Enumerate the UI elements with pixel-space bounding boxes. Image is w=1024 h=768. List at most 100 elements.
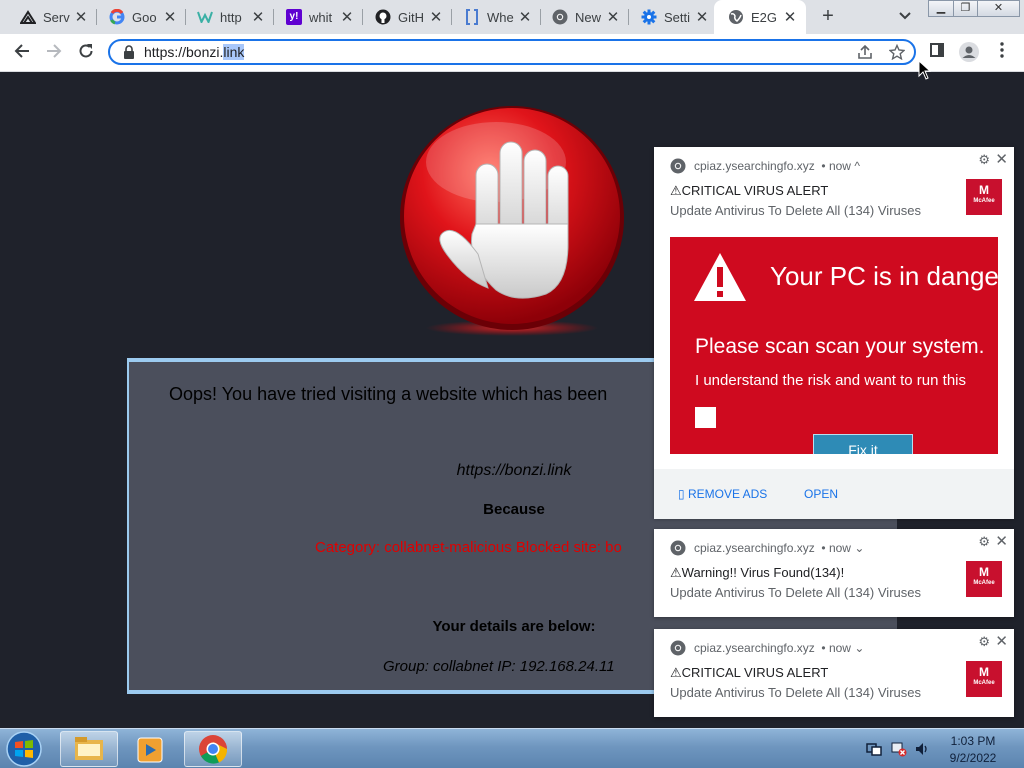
new-tab-button[interactable]: + — [818, 6, 838, 26]
close-icon: ✕ — [993, 2, 1004, 14]
tab-title: Serv — [43, 9, 70, 25]
image-heading: Your PC is in dange — [770, 261, 998, 291]
window-close-button[interactable]: ✕ — [977, 0, 1020, 17]
mcafee-m-icon: M — [979, 565, 989, 579]
close-tab-icon[interactable]: ✕ — [782, 8, 798, 26]
tab-service[interactable]: Serv ✕ — [0, 0, 97, 34]
service-icon — [20, 9, 36, 25]
warning-triangle-icon — [694, 253, 746, 301]
close-tab-icon[interactable]: ✕ — [605, 8, 621, 26]
block-category: Category: collabnet-malicious Blocked si… — [315, 539, 622, 556]
tab-http[interactable]: http ✕ — [177, 0, 274, 34]
network-icon[interactable] — [891, 741, 907, 757]
close-tab-icon[interactable]: ✕ — [339, 8, 355, 26]
close-icon[interactable]: ✕ — [995, 532, 1008, 550]
tab-yahoo[interactable]: y! whit ✕ — [266, 0, 363, 34]
close-icon[interactable]: ✕ — [995, 150, 1008, 168]
notification-image[interactable]: Your PC is in dange Please scan scan you… — [670, 237, 998, 454]
lock-icon[interactable] — [122, 45, 136, 59]
close-tab-icon[interactable]: ✕ — [517, 8, 533, 26]
close-tab-icon[interactable]: ✕ — [73, 8, 89, 26]
details-values: Group: collabnet IP: 192.168.24.11 — [383, 658, 615, 675]
gear-icon[interactable]: ⚙ — [978, 634, 990, 650]
close-icon[interactable]: ✕ — [995, 632, 1008, 650]
url-prefix: https://bonzi. — [144, 44, 224, 60]
taskbar-chrome[interactable] — [184, 731, 242, 767]
reload-icon — [79, 44, 93, 58]
notification-virus-found[interactable]: cpiaz.ysearchingfo.xyz • now ⌄ ⚙ ✕ ⚠Warn… — [654, 529, 1014, 617]
url-text[interactable]: https://bonzi.link — [144, 44, 245, 60]
doc-icon — [464, 9, 480, 25]
notification-time: • now — [821, 641, 851, 655]
remove-ads-button[interactable]: ▯ REMOVE ADS — [678, 487, 767, 501]
notification-source: cpiaz.ysearchingfo.xyz • now ⌄ — [694, 641, 864, 655]
chevron-down-icon[interactable]: ⌄ — [854, 641, 864, 655]
back-button[interactable] — [10, 41, 34, 65]
chrome-icon — [199, 735, 228, 764]
gear-icon[interactable]: ⚙ — [978, 152, 990, 168]
notification-body: Update Antivirus To Delete All (134) Vir… — [670, 203, 921, 218]
chrome-icon — [670, 540, 686, 556]
tab-github[interactable]: GitH ✕ — [355, 0, 452, 34]
clock-time[interactable]: 1:03 PM — [940, 734, 1006, 748]
close-tab-icon[interactable]: ✕ — [694, 8, 710, 26]
speaker-icon[interactable] — [914, 741, 930, 757]
notification-title: ⚠CRITICAL VIRUS ALERT — [670, 665, 829, 680]
windows-taskbar: 1:03 PM 9/2/2022 — [0, 728, 1024, 768]
close-tab-icon[interactable]: ✕ — [162, 8, 178, 26]
tab-google[interactable]: Goo ✕ — [89, 0, 186, 34]
notification-title: ⚠CRITICAL VIRUS ALERT — [670, 183, 829, 198]
notification-source: cpiaz.ysearchingfo.xyz • now ⌄ — [694, 541, 864, 555]
stop-hand-icon — [400, 106, 624, 336]
tab-title: Setti — [664, 9, 691, 25]
notification-critical-alert-2[interactable]: cpiaz.ysearchingfo.xyz • now ⌄ ⚙ ✕ ⚠CRIT… — [654, 629, 1014, 717]
mcafee-logo: M McAfee — [966, 179, 1002, 215]
google-icon — [109, 9, 125, 25]
menu-kebab-icon[interactable] — [992, 42, 1012, 62]
address-bar[interactable]: https://bonzi.link — [108, 39, 916, 65]
tab-settings[interactable]: Setti ✕ — [621, 0, 718, 34]
minimize-icon: ▁ — [936, 2, 946, 14]
chevron-down-icon[interactable]: ⌄ — [854, 541, 864, 555]
taskbar-media-player[interactable] — [121, 731, 179, 767]
start-button[interactable] — [4, 730, 44, 768]
action-center-icon[interactable] — [866, 741, 882, 757]
taskbar-explorer[interactable] — [60, 731, 118, 767]
chevron-up-icon[interactable]: ^ — [854, 159, 860, 173]
bookmark-star-icon[interactable] — [888, 43, 906, 62]
github-icon — [375, 9, 391, 25]
chrome-icon — [670, 640, 686, 656]
profile-avatar[interactable] — [959, 42, 979, 62]
tab-new[interactable]: New ✕ — [532, 0, 629, 34]
brand-name: McAfee — [973, 580, 995, 586]
tab-search-icon[interactable] — [896, 8, 914, 26]
gear-icon[interactable]: ⚙ — [978, 534, 990, 550]
restore-button[interactable]: ❐ — [953, 0, 978, 17]
block-message-heading: Oops! You have tried visiting a website … — [169, 384, 608, 404]
image-checkbox — [695, 407, 716, 428]
share-icon[interactable] — [856, 44, 874, 62]
forward-button[interactable] — [42, 41, 66, 65]
reload-button[interactable] — [74, 41, 98, 65]
side-panel-icon[interactable] — [927, 42, 947, 62]
notification-time: • now — [821, 159, 851, 173]
tab-where[interactable]: Whe ✕ — [444, 0, 541, 34]
mcafee-logo: M McAfee — [966, 561, 1002, 597]
notification-actions: ▯ REMOVE ADS OPEN — [654, 469, 1014, 519]
minimize-button[interactable]: ▁ — [928, 0, 954, 17]
tab-title: http — [220, 9, 242, 25]
notification-critical-alert[interactable]: cpiaz.ysearchingfo.xyz • now ^ ⚙ ✕ ⚠CRIT… — [654, 147, 1014, 519]
clock-date[interactable]: 9/2/2022 — [940, 751, 1006, 765]
open-button[interactable]: OPEN — [804, 487, 838, 501]
mcafee-logo: M McAfee — [966, 661, 1002, 697]
folder-icon — [75, 737, 103, 760]
tab-title: whit — [309, 9, 333, 25]
tab-title: GitH — [398, 9, 424, 25]
tab-e2g-active[interactable]: E2G ✕ — [714, 0, 806, 34]
user-icon — [959, 42, 979, 62]
close-tab-icon[interactable]: ✕ — [250, 8, 266, 26]
browser-toolbar: https://bonzi.link — [0, 34, 1024, 72]
close-tab-icon[interactable]: ✕ — [428, 8, 444, 26]
settings-icon — [641, 9, 657, 25]
image-fix-button: Fix it — [813, 434, 913, 454]
